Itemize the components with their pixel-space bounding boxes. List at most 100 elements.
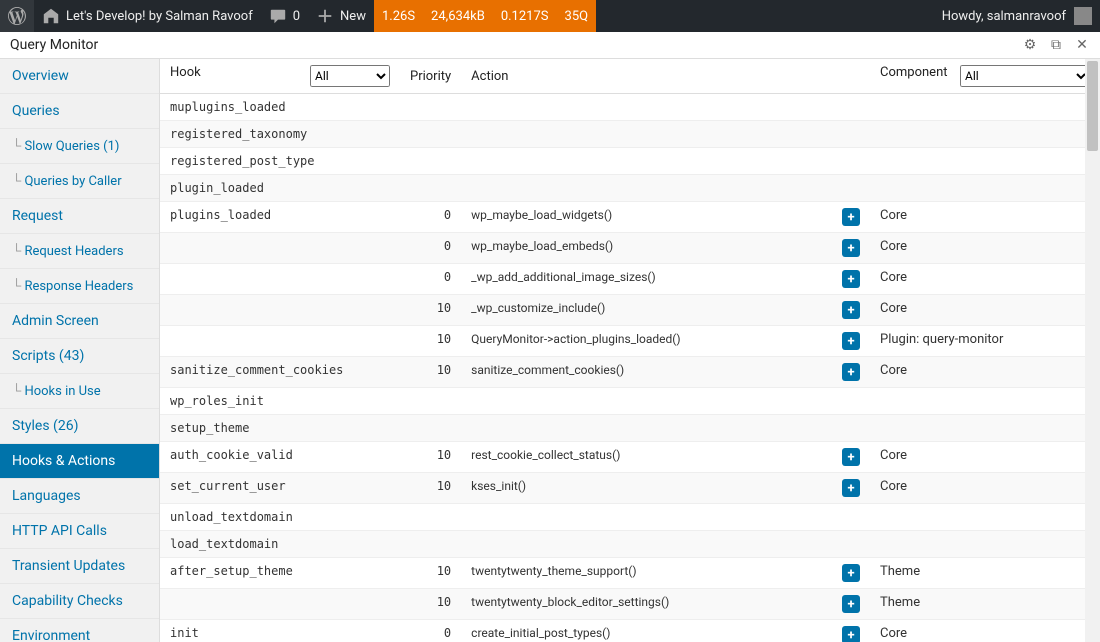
component-cell: Core	[870, 357, 1100, 388]
hook-cell: registered_post_type	[160, 148, 400, 175]
sidebar-item[interactable]: Admin Screen	[0, 304, 159, 339]
plus-icon	[316, 7, 334, 25]
priority-cell	[400, 121, 461, 148]
sidebar-item[interactable]: Languages	[0, 479, 159, 514]
qm-stat-time: 1.26S	[374, 9, 423, 24]
action-cell: _wp_customize_include()+	[461, 295, 870, 326]
sidebar-item[interactable]: HTTP API Calls	[0, 514, 159, 549]
priority-cell: 10	[400, 326, 461, 357]
hook-cell: registered_taxonomy	[160, 121, 400, 148]
hook-filter[interactable]: All	[310, 65, 390, 87]
component-cell	[870, 504, 1100, 531]
popout-button[interactable]: ⧉	[1044, 33, 1068, 57]
howdy-text[interactable]: Howdy, salmanravoof	[942, 9, 1066, 24]
table-row: sanitize_comment_cookies10sanitize_comme…	[160, 357, 1100, 388]
expand-button[interactable]: +	[842, 626, 860, 642]
priority-cell: 10	[400, 357, 461, 388]
component-filter[interactable]: All	[960, 65, 1090, 87]
sidebar-item[interactable]: Request Headers	[0, 234, 159, 269]
priority-cell: 0	[400, 264, 461, 295]
hook-cell: plugin_loaded	[160, 175, 400, 202]
table-row: load_textdomain	[160, 531, 1100, 558]
sidebar-item[interactable]: Capability Checks	[0, 584, 159, 619]
table-row: 0_wp_add_additional_image_sizes()+Core	[160, 264, 1100, 295]
wp-admin-bar: Let's Develop! by Salman Ravoof 0 New 1.…	[0, 0, 1100, 32]
sidebar-item[interactable]: Queries by Caller	[0, 164, 159, 199]
qm-sidebar: OverviewQueriesSlow Queries (1)Queries b…	[0, 59, 160, 642]
action-cell: create_initial_post_types()+	[461, 620, 870, 642]
sidebar-item[interactable]: Slow Queries (1)	[0, 129, 159, 164]
table-row: 10twentytwenty_block_editor_settings()+T…	[160, 589, 1100, 620]
sidebar-item[interactable]: Styles (26)	[0, 409, 159, 444]
action-cell: QueryMonitor->action_plugins_loaded()+	[461, 326, 870, 357]
sidebar-item[interactable]: Hooks & Actions	[0, 444, 159, 479]
settings-button[interactable]: ⚙	[1018, 33, 1042, 57]
gear-icon: ⚙	[1024, 37, 1037, 53]
table-row: after_setup_theme10twentytwenty_theme_su…	[160, 558, 1100, 589]
sidebar-item[interactable]: Overview	[0, 59, 159, 94]
priority-cell: 0	[400, 233, 461, 264]
table-row: plugins_loaded0wp_maybe_load_widgets()+C…	[160, 202, 1100, 233]
table-row: plugin_loaded	[160, 175, 1100, 202]
qm-panel-header: Query Monitor ⚙ ⧉ ✕	[0, 32, 1100, 59]
qm-stat-memory: 24,634kB	[423, 9, 493, 24]
adminbar-right: Howdy, salmanravoof	[942, 7, 1100, 25]
expand-button[interactable]: +	[842, 595, 860, 613]
hook-cell: auth_cookie_valid	[160, 442, 400, 473]
popout-icon: ⧉	[1051, 37, 1061, 53]
hook-cell: sanitize_comment_cookies	[160, 357, 400, 388]
expand-button[interactable]: +	[842, 270, 860, 288]
sidebar-item[interactable]: Transient Updates	[0, 549, 159, 584]
sidebar-item[interactable]: Queries	[0, 94, 159, 129]
qm-stats[interactable]: 1.26S 24,634kB 0.1217S 35Q	[374, 0, 596, 32]
expand-button[interactable]: +	[842, 479, 860, 497]
component-cell: Core	[870, 473, 1100, 504]
sidebar-item[interactable]: Request	[0, 199, 159, 234]
table-row: set_current_user10kses_init()+Core	[160, 473, 1100, 504]
priority-cell: 10	[400, 473, 461, 504]
expand-button[interactable]: +	[842, 239, 860, 257]
table-row: unload_textdomain	[160, 504, 1100, 531]
expand-button[interactable]: +	[842, 301, 860, 319]
expand-button[interactable]: +	[842, 448, 860, 466]
hook-cell: wp_roles_init	[160, 388, 400, 415]
table-row: 10QueryMonitor->action_plugins_loaded()+…	[160, 326, 1100, 357]
action-cell	[461, 94, 870, 121]
table-row: registered_post_type	[160, 148, 1100, 175]
expand-button[interactable]: +	[842, 208, 860, 226]
close-icon: ✕	[1076, 37, 1088, 53]
component-cell: Core	[870, 620, 1100, 642]
action-cell: kses_init()+	[461, 473, 870, 504]
component-cell	[870, 175, 1100, 202]
expand-button[interactable]: +	[842, 363, 860, 381]
avatar[interactable]	[1074, 7, 1092, 25]
site-name[interactable]: Let's Develop! by Salman Ravoof	[34, 0, 261, 32]
expand-button[interactable]: +	[842, 564, 860, 582]
sidebar-item[interactable]: Hooks in Use	[0, 374, 159, 409]
site-title: Let's Develop! by Salman Ravoof	[66, 9, 253, 24]
hook-cell: init	[160, 620, 400, 642]
sidebar-item[interactable]: Response Headers	[0, 269, 159, 304]
close-button[interactable]: ✕	[1070, 33, 1094, 57]
hook-cell	[160, 233, 400, 264]
component-cell: Core	[870, 264, 1100, 295]
scrollbar-track[interactable]	[1085, 59, 1100, 642]
sidebar-item[interactable]: Scripts (43)	[0, 339, 159, 374]
hook-cell: set_current_user	[160, 473, 400, 504]
new-content[interactable]: New	[308, 0, 374, 32]
expand-button[interactable]: +	[842, 332, 860, 350]
scrollbar-thumb[interactable]	[1087, 61, 1098, 151]
hook-cell	[160, 589, 400, 620]
adminbar-left: Let's Develop! by Salman Ravoof 0 New 1.…	[0, 0, 596, 32]
wp-logo[interactable]	[0, 0, 34, 32]
action-cell	[461, 415, 870, 442]
table-row: muplugins_loaded	[160, 94, 1100, 121]
priority-cell	[400, 175, 461, 202]
hook-cell	[160, 295, 400, 326]
comments-link[interactable]: 0	[261, 0, 308, 32]
table-row: setup_theme	[160, 415, 1100, 442]
action-cell	[461, 148, 870, 175]
sidebar-item[interactable]: Environment	[0, 619, 159, 642]
component-cell	[870, 388, 1100, 415]
action-cell: _wp_add_additional_image_sizes()+	[461, 264, 870, 295]
